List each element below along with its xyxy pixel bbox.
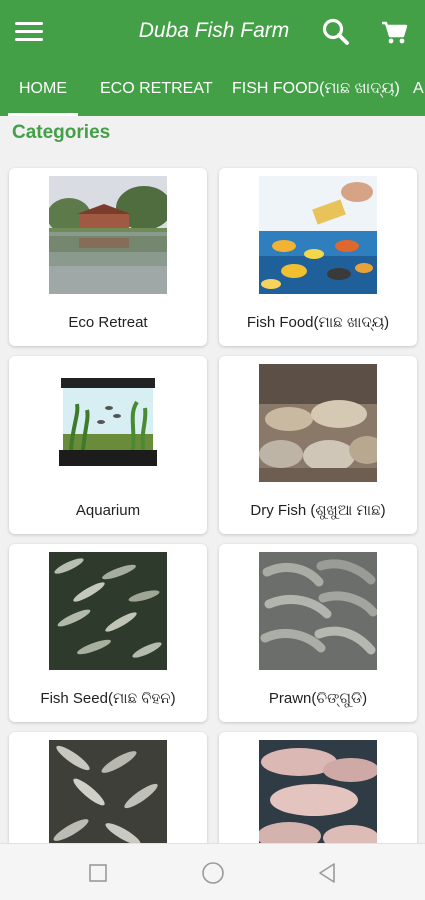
- category-label: Fish Food(ମାଛ ଖାଦ୍ୟ): [246, 314, 390, 331]
- tab-eco-retreat[interactable]: ECO RETREAT: [100, 64, 213, 116]
- system-navigation-bar: [0, 843, 425, 900]
- circle-icon[interactable]: [200, 860, 226, 886]
- small-fish-photo: [49, 740, 167, 843]
- category-card-prawn[interactable]: Prawn(ଚିଙ୍ଗୁଡି): [219, 544, 417, 722]
- category-card-aquarium[interactable]: Aquarium: [9, 356, 207, 534]
- tab-home[interactable]: HOME: [8, 64, 78, 116]
- category-label: Prawn(ଚିଙ୍ଗୁଡି): [268, 690, 368, 707]
- category-card-small-fish[interactable]: [9, 732, 207, 843]
- app-title: Duba Fish Farm: [138, 19, 290, 42]
- search-icon[interactable]: [318, 14, 354, 50]
- aquarium-tank-photo: [49, 364, 167, 482]
- fish-food-photo: [259, 176, 377, 294]
- section-title: Categories: [12, 122, 111, 143]
- cart-icon[interactable]: [376, 14, 412, 50]
- lake-resort-photo: [49, 176, 167, 294]
- category-label: Aquarium: [75, 502, 141, 519]
- large-fish-photo: [259, 740, 377, 843]
- category-label: Dry Fish (ଶୁଖୁଆ ମାଛ): [250, 502, 386, 519]
- category-tab-bar: HOME ECO RETREAT FISH FOOD(ମାଛ ଖାଦ୍ୟ) A: [0, 64, 425, 116]
- hamburger-menu-icon[interactable]: [14, 18, 44, 46]
- category-card-eco-retreat[interactable]: Eco Retreat: [9, 168, 207, 346]
- category-label: Fish Seed(ମାଛ ବିହନ): [40, 690, 176, 707]
- category-card-large-fish[interactable]: [219, 732, 417, 843]
- tab-fish-food[interactable]: FISH FOOD(ମାଛ ଖାଦ୍ୟ): [232, 64, 400, 116]
- triangle-back-icon[interactable]: [315, 860, 341, 886]
- fish-fingerlings-photo: [49, 552, 167, 670]
- category-card-dry-fish[interactable]: Dry Fish (ଶୁଖୁଆ ମାଛ): [219, 356, 417, 534]
- app-bar: Duba Fish Farm: [0, 0, 425, 64]
- category-card-fish-seed[interactable]: Fish Seed(ମାଛ ବିହନ): [9, 544, 207, 722]
- square-icon[interactable]: [85, 860, 111, 886]
- tab-next-partial[interactable]: A: [413, 64, 424, 116]
- prawns-photo: [259, 552, 377, 670]
- category-card-fish-food[interactable]: Fish Food(ମାଛ ଖାଦ୍ୟ): [219, 168, 417, 346]
- dry-fish-baskets-photo: [259, 364, 377, 482]
- category-grid: Eco Retreat Fish Food(ମାଛ ଖାଦ୍ୟ) Aquariu…: [0, 166, 425, 843]
- category-label: Eco Retreat: [68, 314, 148, 331]
